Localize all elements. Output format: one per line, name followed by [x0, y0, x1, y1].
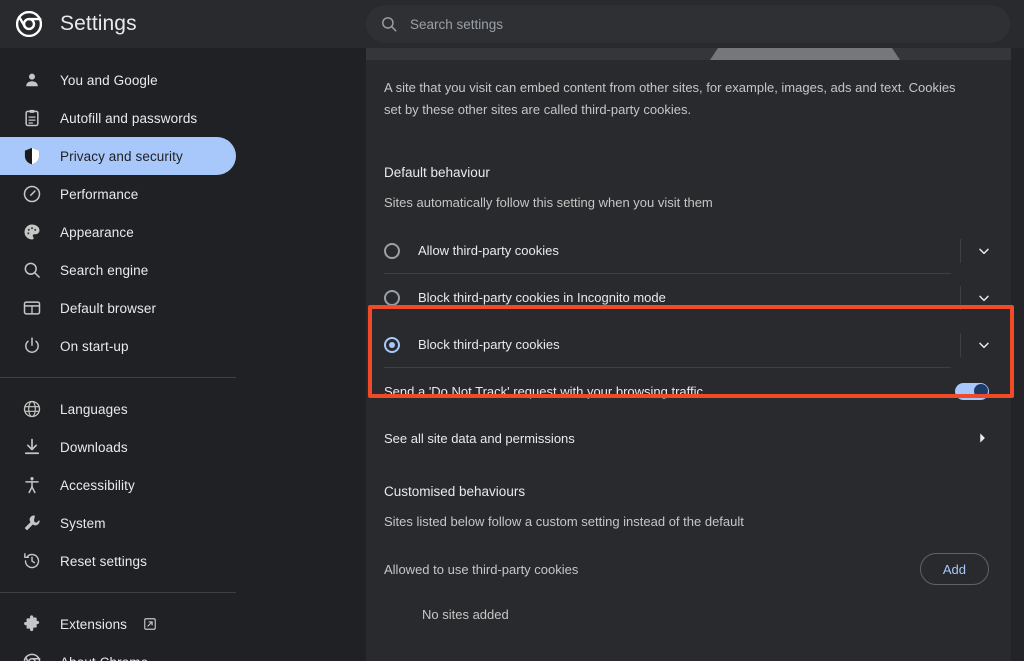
radio-button[interactable]: [384, 336, 400, 353]
top-bar: Settings: [0, 0, 1024, 48]
customised-behaviours-subtitle: Sites listed below follow a custom setti…: [384, 514, 744, 529]
sidebar-item-label: Autofill and passwords: [60, 110, 198, 126]
allowed-third-party-cookies-label: Allowed to use third-party cookies: [384, 561, 579, 577]
sidebar: You and Google Autofill and passwords Pr…: [0, 48, 366, 661]
sidebar-divider-2: [0, 592, 236, 593]
scroll-strip: [366, 48, 1011, 60]
do-not-track-toggle[interactable]: [955, 382, 989, 400]
customised-behaviours-title: Customised behaviours: [384, 484, 526, 499]
sidebar-item-privacy-and-security[interactable]: Privacy and security: [0, 137, 236, 175]
see-all-site-data-label: See all site data and permissions: [384, 430, 575, 446]
sidebar-item-label: On start-up: [60, 338, 129, 354]
chrome-logo-icon: [23, 653, 41, 661]
magnifier-icon: [24, 262, 40, 278]
default-behaviour-subtitle: Sites automatically follow this setting …: [384, 195, 713, 210]
expand-button[interactable]: [969, 236, 999, 266]
radio-label: Block third-party cookies in Incognito m…: [418, 290, 666, 305]
sidebar-item-languages[interactable]: Languages: [0, 390, 236, 428]
sidebar-item-autofill-and-passwords[interactable]: Autofill and passwords: [0, 99, 236, 137]
sidebar-item-label: Accessibility: [60, 477, 135, 493]
chrome-logo-icon: [16, 11, 42, 37]
search-area: [366, 0, 1024, 48]
add-button[interactable]: Add: [919, 553, 989, 585]
accessibility-icon: [25, 477, 39, 494]
sidebar-item-label: Privacy and security: [60, 148, 183, 164]
sidebar-item-label: About Chrome: [60, 655, 148, 661]
browser-window-icon: [23, 301, 41, 315]
chevron-down-icon: [979, 342, 989, 348]
palette-icon: [24, 224, 40, 240]
sidebar-item-label: Default browser: [60, 300, 157, 316]
speedometer-icon: [23, 185, 41, 203]
sidebar-item-you-and-google[interactable]: You and Google: [0, 61, 236, 99]
wrench-icon: [24, 515, 40, 531]
external-link-icon[interactable]: [143, 617, 157, 631]
search-box[interactable]: [366, 5, 1010, 43]
chevron-separator: [960, 333, 961, 357]
sidebar-item-appearance[interactable]: Appearance: [0, 213, 236, 251]
chevron-separator: [960, 239, 961, 263]
radio-row-block-third-party-cookies[interactable]: Block third-party cookies: [366, 321, 1011, 368]
sidebar-item-label: System: [60, 515, 106, 531]
sidebar-item-label: Search engine: [60, 262, 149, 278]
expand-button[interactable]: [969, 283, 999, 313]
see-all-site-data-row[interactable]: See all site data and permissions: [366, 414, 1011, 462]
sidebar-item-search-engine[interactable]: Search engine: [0, 251, 236, 289]
brand-area: Settings: [0, 0, 366, 48]
sidebar-item-about-chrome[interactable]: About Chrome: [0, 643, 236, 661]
main-content: A site that you visit can embed content …: [366, 48, 1024, 661]
sidebar-item-accessibility[interactable]: Accessibility: [0, 466, 236, 504]
radio-button[interactable]: [384, 242, 400, 259]
radio-row-allow-third-party-cookies[interactable]: Allow third-party cookies: [366, 227, 1011, 274]
scroll-body: A site that you visit can embed content …: [366, 60, 1011, 661]
shield-icon: [24, 147, 40, 165]
do-not-track-label: Send a 'Do Not Track' request with your …: [384, 383, 704, 399]
sidebar-item-reset-settings[interactable]: Reset settings: [0, 542, 236, 580]
sidebar-item-label: Reset settings: [60, 553, 147, 569]
sidebar-item-default-browser[interactable]: Default browser: [0, 289, 236, 327]
sidebar-item-label: Languages: [60, 401, 128, 417]
sidebar-item-system[interactable]: System: [0, 504, 236, 542]
do-not-track-row[interactable]: Send a 'Do Not Track' request with your …: [366, 368, 1011, 414]
sidebar-item-on-start-up[interactable]: On start-up: [0, 327, 236, 365]
person-icon: [26, 73, 38, 87]
sidebar-divider-1: [0, 377, 236, 378]
radio-label: Block third-party cookies: [418, 337, 560, 352]
sidebar-item-performance[interactable]: Performance: [0, 175, 236, 213]
clipboard-icon: [25, 109, 39, 127]
chevron-down-icon: [979, 248, 989, 254]
default-behaviour-radio-group: Allow third-party cookies Block third-pa…: [366, 227, 1011, 368]
chevron-separator: [960, 286, 961, 310]
history-icon: [24, 553, 40, 569]
download-icon: [24, 438, 40, 455]
sidebar-item-label: Performance: [60, 186, 139, 202]
sidebar-item-label: Extensions: [60, 616, 128, 632]
page-title: Settings: [60, 12, 137, 35]
sidebar-item-label: Appearance: [60, 224, 134, 240]
sidebar-item-extensions[interactable]: Extensions: [0, 605, 236, 643]
search-icon: [382, 17, 397, 32]
default-behaviour-title: Default behaviour: [384, 165, 490, 180]
settings-card: A site that you visit can embed content …: [366, 48, 1011, 661]
radio-button[interactable]: [384, 289, 400, 306]
cookies-description: A site that you visit can embed content …: [384, 80, 956, 117]
sidebar-item-label: You and Google: [60, 72, 158, 88]
expand-button[interactable]: [969, 330, 999, 360]
radio-label: Allow third-party cookies: [418, 243, 559, 258]
power-icon: [25, 337, 39, 353]
puzzle-icon: [24, 615, 40, 632]
arrow-right-icon: [980, 433, 985, 443]
allowed-third-party-cookies-row: Allowed to use third-party cookies Add: [366, 529, 1011, 585]
scrollbar-thumb[interactable]: [710, 48, 900, 60]
globe-icon: [23, 400, 41, 418]
search-input[interactable]: [410, 5, 1010, 43]
chevron-down-icon: [979, 295, 989, 301]
settings-window: Settings You and Google: [0, 0, 1024, 661]
radio-row-block-third-party-cookies-incognito[interactable]: Block third-party cookies in Incognito m…: [366, 274, 1011, 321]
sidebar-item-label: Downloads: [60, 439, 128, 455]
sidebar-item-downloads[interactable]: Downloads: [0, 428, 236, 466]
no-sites-added-label: No sites added: [422, 607, 509, 622]
